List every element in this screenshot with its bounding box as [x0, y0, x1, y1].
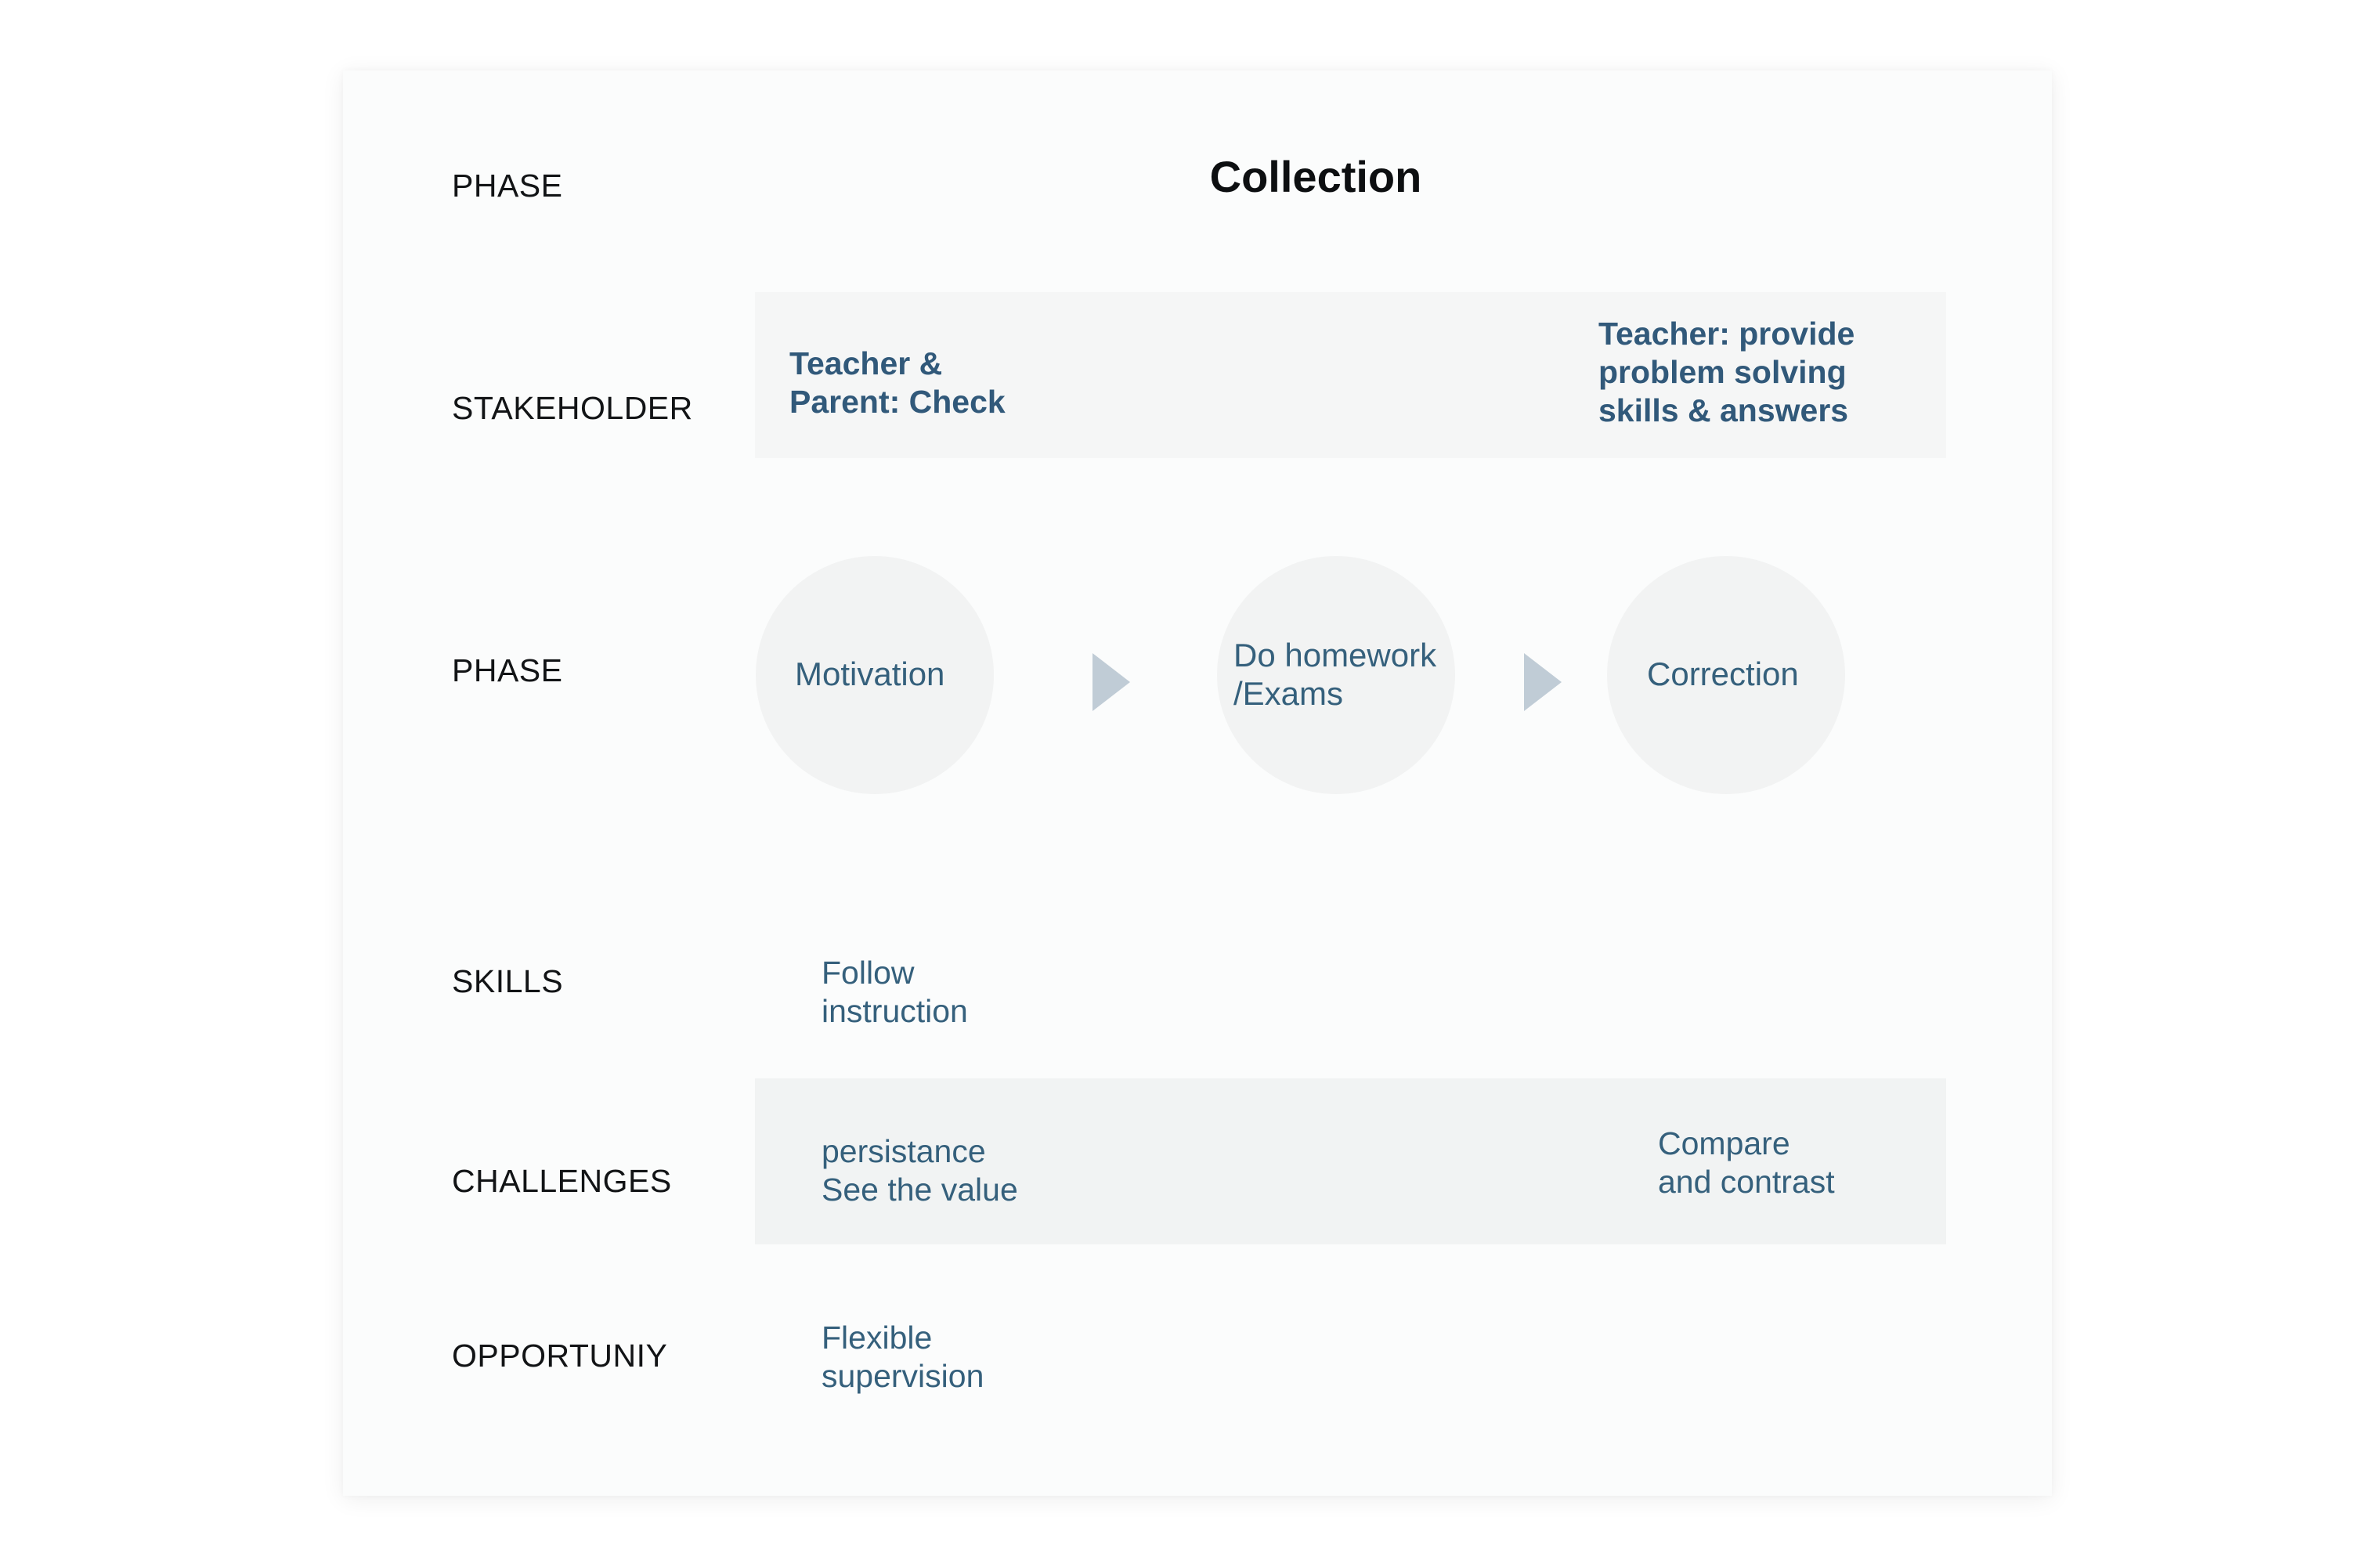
- challenges-right-note: Compare and contrast: [1658, 1125, 1835, 1200]
- phase-step-motivation-label: Motivation: [795, 655, 945, 692]
- row-label-stakeholder: STAKEHOLDER: [452, 390, 693, 426]
- phase-title: Collection: [1209, 152, 1422, 201]
- row-label-opportunity: OPPORTUNIY: [452, 1338, 668, 1374]
- arrow-right-icon: [1524, 653, 1562, 711]
- row-label-challenges: CHALLENGES: [452, 1163, 672, 1199]
- row-label-phase-header: PHASE: [452, 168, 563, 204]
- row-label-phase: PHASE: [452, 652, 563, 688]
- phase-step-correction-label: Correction: [1647, 655, 1799, 692]
- arrow-right-icon: [1092, 653, 1130, 711]
- opportunity-note: Flexible supervision: [822, 1320, 984, 1394]
- stakeholder-right-note: Teacher: provide problem solving skills …: [1598, 316, 1855, 428]
- skills-note: Follow instruction: [822, 955, 968, 1029]
- stakeholder-left-note: Teacher & Parent: Check: [789, 345, 1006, 420]
- phase-step-homework-label: Do homework /Exams: [1233, 637, 1437, 712]
- challenges-left-note: persistance See the value: [822, 1133, 1018, 1208]
- row-label-skills: SKILLS: [452, 963, 564, 999]
- journey-map-card: [343, 70, 2052, 1496]
